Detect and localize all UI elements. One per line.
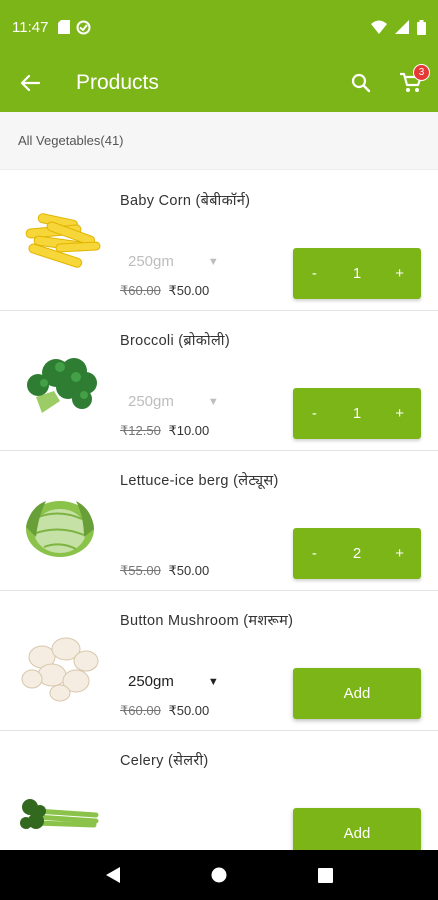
increment-button[interactable]: +: [378, 265, 421, 282]
sale-price: ₹50.00: [168, 703, 210, 718]
sale-price: ₹50.00: [168, 563, 210, 578]
cart-button[interactable]: 3: [394, 64, 430, 100]
quantity-value: 2: [352, 545, 362, 562]
product-name: Broccoli (ब्रोकोली): [120, 333, 230, 349]
quantity-stepper: - 1 +: [293, 248, 421, 299]
cart-count-badge: 3: [413, 64, 430, 81]
variant-value: 250gm: [128, 393, 174, 410]
celery-image: [20, 799, 99, 829]
variant-value: 250gm: [128, 673, 174, 690]
wifi-icon: [371, 20, 387, 34]
quantity-stepper: - 2 +: [293, 528, 421, 579]
product-item: Baby Corn (बेबीकॉर्न) 250gm ▼ ₹60.00 ₹50…: [0, 171, 438, 311]
nav-recents-icon[interactable]: [317, 867, 333, 883]
status-time: 11:47: [12, 18, 49, 36]
price-row: ₹12.50 ₹10.00: [120, 423, 209, 439]
decrement-button[interactable]: -: [293, 265, 336, 282]
sale-price: ₹50.00: [168, 283, 210, 298]
product-name: Celery (सेलरी): [120, 753, 209, 769]
mrp-price: ₹60.00: [120, 283, 161, 298]
price-row: ₹55.00 ₹50.00: [120, 563, 209, 579]
baby-corn-image: [25, 213, 101, 268]
dropdown-caret-icon: ▼: [207, 395, 219, 408]
mrp-price: ₹60.00: [120, 703, 161, 718]
decrement-button[interactable]: -: [293, 405, 336, 422]
decrement-button[interactable]: -: [293, 545, 336, 562]
signal-icon: [395, 20, 409, 34]
quantity-value: 1: [352, 265, 362, 282]
status-system-icons: [371, 19, 426, 35]
status-bar: 11:47: [0, 0, 438, 54]
sale-price: ₹10.00: [168, 423, 210, 438]
quantity-stepper: - 1 +: [293, 388, 421, 439]
mushroom-image: [21, 637, 99, 702]
product-item: Lettuce-ice berg (लेट्यूस) ₹55.00 ₹50.00…: [0, 451, 438, 591]
mrp-price: ₹55.00: [120, 563, 161, 578]
product-item: Broccoli (ब्रोकोली) 250gm ▼ ₹12.50 ₹10.0…: [0, 311, 438, 451]
variant-dropdown[interactable]: 250gm ▼: [128, 253, 219, 270]
category-label: All Vegetables(41): [18, 133, 124, 148]
nav-home-icon[interactable]: [211, 867, 227, 883]
search-button[interactable]: [344, 66, 378, 100]
app-bar: Products 3: [0, 54, 438, 112]
add-to-cart-button[interactable]: Add: [293, 668, 421, 719]
dropdown-caret-icon: ▼: [207, 675, 219, 688]
product-name: Lettuce-ice berg (लेट्यूस): [120, 473, 279, 489]
search-icon: [351, 73, 371, 93]
page-title: Products: [76, 71, 159, 94]
broccoli-image: [27, 358, 97, 413]
sync-icon: [76, 20, 91, 34]
increment-button[interactable]: +: [378, 405, 421, 422]
price-row: ₹60.00 ₹50.00: [120, 703, 209, 719]
increment-button[interactable]: +: [378, 545, 421, 562]
product-item: Button Mushroom (मशरूम) 250gm ▼ ₹60.00 ₹…: [0, 591, 438, 731]
variant-dropdown[interactable]: 250gm ▼: [128, 673, 219, 690]
product-name: Baby Corn (बेबीकॉर्न): [120, 193, 251, 209]
variant-dropdown[interactable]: 250gm ▼: [128, 393, 219, 410]
arrow-back-icon: [20, 74, 40, 92]
variant-value: 250gm: [128, 253, 174, 270]
nav-back-icon[interactable]: [105, 866, 121, 884]
dropdown-caret-icon: ▼: [207, 255, 219, 268]
category-header: All Vegetables(41): [0, 112, 438, 170]
quantity-value: 1: [352, 405, 362, 422]
mrp-price: ₹12.50: [120, 423, 161, 438]
back-button[interactable]: [0, 54, 60, 112]
status-notification-icons: [58, 20, 91, 35]
system-navigation-bar: [0, 850, 438, 900]
lettuce-image: [26, 501, 94, 557]
sd-card-icon: [58, 20, 71, 34]
price-row: ₹60.00 ₹50.00: [120, 283, 209, 299]
battery-icon: [417, 19, 426, 35]
product-name: Button Mushroom (मशरूम): [120, 613, 294, 629]
